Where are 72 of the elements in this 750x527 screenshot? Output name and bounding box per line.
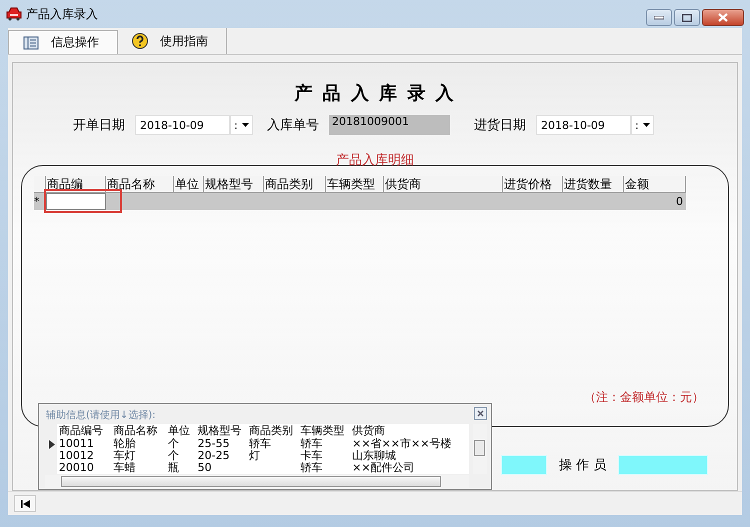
column-header[interactable]: 商品类别 [264,176,326,193]
table-cell-text: 个 [166,450,180,462]
column-header[interactable]: 车辆类型 [326,176,384,193]
table-cell-text: 卡车 [300,450,324,462]
table-cell-text: 10011 [58,438,95,450]
table-cell-text: 20010 [58,462,95,474]
table-cell-text: 轮胎 [112,438,136,450]
column-header[interactable]: 供货商 [350,424,469,438]
window-title: 产品入库录入 [26,6,98,22]
first-record-button[interactable] [14,495,36,512]
lookup-title: 辅助信息(请使用↓选择): [46,408,156,422]
column-header[interactable]: 商品编号 [56,424,112,438]
date-dropdown[interactable]: : [230,115,253,135]
form-heading: 产 品 入 库 录 入 [294,82,456,105]
close-icon [718,13,728,22]
field-label: 进货日期 [474,117,526,134]
operator-field[interactable] [618,455,708,475]
table-cell-text: 个 [166,438,180,450]
date-field[interactable]: 2018-10-09 [536,115,631,135]
table-cell-text: 10012 [58,450,95,462]
first-record-icon [20,500,30,508]
tab[interactable]: 使用指南 [118,28,227,54]
table-cell[interactable] [46,193,106,210]
close-button[interactable] [474,407,487,420]
minimize-button[interactable] [646,9,672,26]
table-cell-text: 20-25 [196,450,231,462]
column-header[interactable]: 单位 [166,424,196,438]
column-header[interactable]: 进货价格 [503,176,563,193]
dropdown-arrow-icon [242,123,249,127]
maximize-icon [682,14,692,22]
table-cell-text: ××配件公司 [351,462,416,474]
amount-unit-note: （注：金额单位：元） [584,389,704,406]
table-cell: 0 [624,193,686,210]
text-field[interactable] [501,455,547,475]
close-icon [477,410,484,417]
column-header[interactable]: 车辆类型 [298,424,350,438]
table-cell-text: 轿车 [248,438,272,450]
table-cell-text: 50 [196,462,213,474]
maximize-button[interactable] [674,9,700,26]
column-header[interactable]: 商品名称 [106,176,174,193]
book-icon [23,36,39,50]
dropdown-arrow-icon [643,123,650,127]
date-field[interactable]: 2018-10-09 [135,115,230,135]
operator-label: 操 作 员 [559,457,606,474]
column-header[interactable]: 单位 [174,176,204,193]
column-header[interactable]: 供货商 [384,176,503,193]
order-number-field: 20181009001 [329,115,450,135]
table-cell-text: 车蜡 [112,462,136,474]
tab[interactable]: 信息操作 [8,30,118,54]
table-cell-text: 25-55 [196,438,231,450]
table-cell-text: 车灯 [112,450,136,462]
column-header[interactable]: 进货数量 [563,176,624,193]
table-cell-text: 轿车 [300,438,324,450]
field-label: 开单日期 [73,117,125,134]
help-icon [132,33,148,49]
section-title: 产品入库明细 [336,152,414,169]
table-cell-text: 山东聊城 [351,450,398,462]
table-cell-text: 灯 [248,450,262,462]
column-header[interactable]: 金额 [624,176,686,193]
close-button[interactable] [702,9,744,26]
table-cell-text: 轿车 [300,462,324,474]
column-header[interactable]: 规格型号 [196,424,248,438]
date-dropdown[interactable]: : [631,115,654,135]
column-header[interactable]: 规格型号 [204,176,264,193]
column-header[interactable]: 商品类别 [247,424,299,438]
column-header[interactable]: 商品名称 [111,424,166,438]
table-cell-text: 瓶 [166,462,180,474]
car-icon [6,7,22,21]
row-pointer-icon [48,440,55,448]
field-label: 入库单号 [267,117,319,134]
minimize-icon [654,16,664,20]
table-cell-text: ××省××市××号楼 [351,438,452,450]
